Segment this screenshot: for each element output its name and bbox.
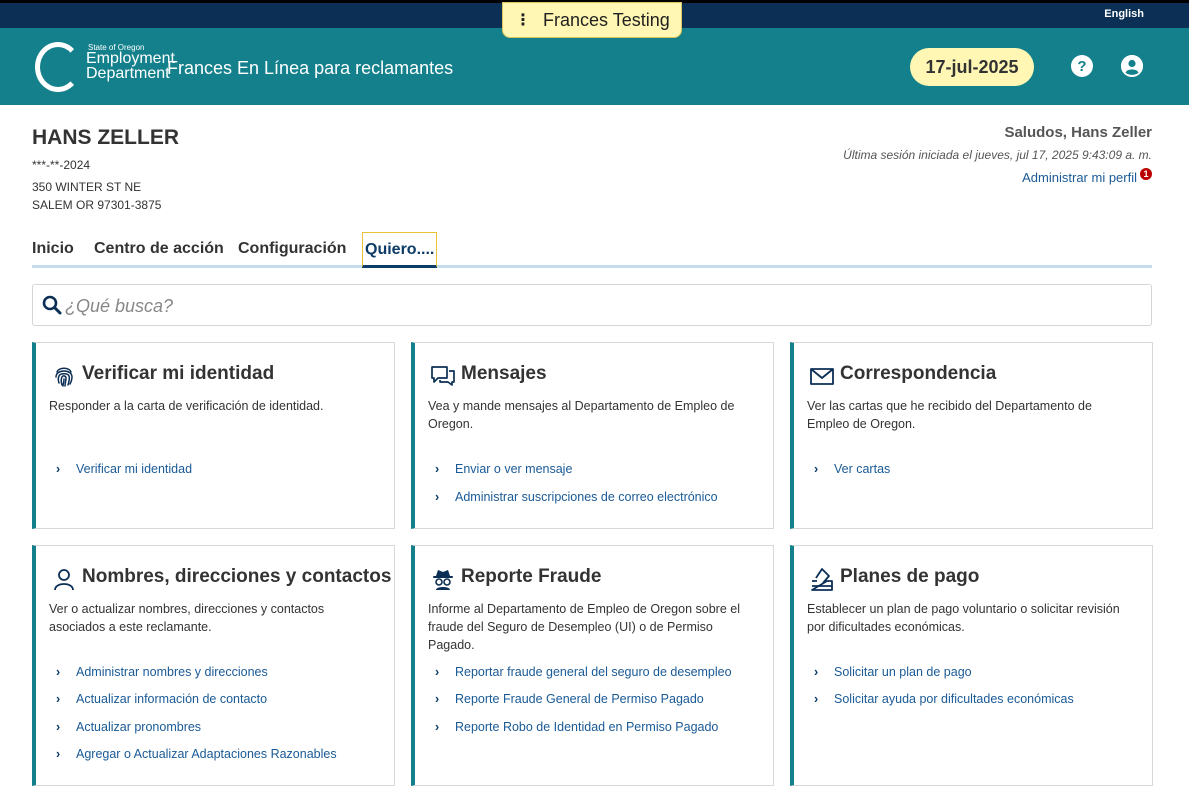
help-icon[interactable]: ? [1071,55,1093,77]
link-enviar-mensaje[interactable]: › Enviar o ver mensaje [435,462,572,476]
link-actualizar-contacto[interactable]: › Actualizar información de contacto [56,692,267,706]
card-verificar-identidad: Verificar mi identidad Responder a la ca… [32,342,395,529]
card-title: Mensajes [461,363,547,384]
link-administrar-nombres[interactable]: › Administrar nombres y direcciones [56,665,268,679]
user-account-icon[interactable] [1121,55,1143,77]
tab-configuracion[interactable]: Configuración [238,240,346,258]
messages-icon [431,366,455,386]
card-description: Responder a la carta de verificación de … [49,399,324,413]
oregon-employment-logo[interactable]: State of Oregon Employment Department [33,40,175,96]
claimant-address-line2: SALEM OR 97301-3875 [32,198,162,212]
envelope-icon [810,368,834,385]
tab-inicio[interactable]: Inicio [32,240,74,258]
card-description: Ver o actualizar nombres, direcciones y … [49,602,325,634]
spy-icon [433,570,453,590]
claimant-address-line1: 350 WINTER ST NE [32,180,142,194]
link-adaptaciones-razonables[interactable]: › Agregar o Actualizar Adaptaciones Razon… [56,747,337,761]
claimant-ssn: ***-**-2024 [32,158,91,172]
link-verificar-identidad[interactable]: › Verificar mi identidad [56,462,192,476]
link-actualizar-pronombres[interactable]: › Actualizar pronombres [56,720,201,734]
card-nombres-direcciones: Nombres, direcciones y contactos Ver o a… [32,545,395,786]
app-header: State of Oregon Employment Department Fr… [0,28,1189,105]
main-tabs: Inicio Centro de acción Configuración Qu… [32,232,1152,268]
link-robo-identidad[interactable]: › Reporte Robo de Identidad en Permiso Pa… [435,720,718,734]
fingerprint-icon [55,367,73,387]
kebab-menu-icon[interactable]: ⋮ [515,10,531,30]
card-description: Informe al Departamento de Empleo de Ore… [428,602,740,652]
link-ver-cartas[interactable]: › Ver cartas [814,462,890,476]
language-toggle[interactable]: English [1104,8,1144,20]
card-description: Establecer un plan de pago voluntario o … [807,602,1120,634]
ballot-icon [811,568,833,591]
card-title: Verificar mi identidad [82,363,275,384]
link-fraude-seguro-desempleo[interactable]: › Reportar fraude general del seguro de d… [435,665,732,679]
card-title: Correspondencia [840,363,997,384]
greeting: Saludos, Hans Zeller [1004,124,1152,141]
card-description: Vea y mande mensajes al Departamento de … [428,399,735,431]
person-icon [54,569,74,591]
app-title: Frances En Línea para reclamantes [167,58,454,78]
card-planes-de-pago: Planes de pago Establecer un plan de pag… [790,545,1153,786]
last-login: Última sesión iniciada el jueves, jul 17… [843,148,1152,162]
environment-label: Frances Testing [543,9,670,30]
claimant-name: HANS ZELLER [32,126,179,149]
search-input[interactable] [65,293,1135,319]
card-description: Ver las cartas que he recibido del Depar… [807,399,1092,431]
search-box [32,284,1152,326]
link-fraude-permiso-pagado[interactable]: › Reporte Fraude General de Permiso Pagad… [435,692,704,706]
card-title: Planes de pago [840,566,980,587]
notification-badge: 1 [1140,168,1152,180]
card-title: Nombres, direcciones y contactos [82,566,392,587]
link-suscripciones-correo[interactable]: › Administrar suscripciones de correo ele… [435,490,718,504]
environment-badge[interactable]: ⋮ Frances Testing [502,2,682,38]
tab-quiero[interactable]: Quiero.... [362,232,438,268]
card-correspondencia: Correspondencia Ver las cartas que he re… [790,342,1153,529]
card-title: Reporte Fraude [461,566,602,587]
card-mensajes: Mensajes Vea y mande mensajes al Departa… [411,342,774,529]
link-solicitar-plan-pago[interactable]: › Solicitar un plan de pago [814,665,972,679]
manage-profile-link[interactable]: Administrar mi perfil [1022,170,1137,185]
card-reporte-fraude: Reporte Fraude Informe al Departamento d… [411,545,774,786]
tab-centro-de-accion[interactable]: Centro de acción [94,240,224,258]
system-date: 17-jul-2025 [910,48,1034,86]
search-icon [42,295,62,315]
link-dificultades-economicas[interactable]: › Solicitar ayuda por dificultades económ… [814,692,1074,706]
